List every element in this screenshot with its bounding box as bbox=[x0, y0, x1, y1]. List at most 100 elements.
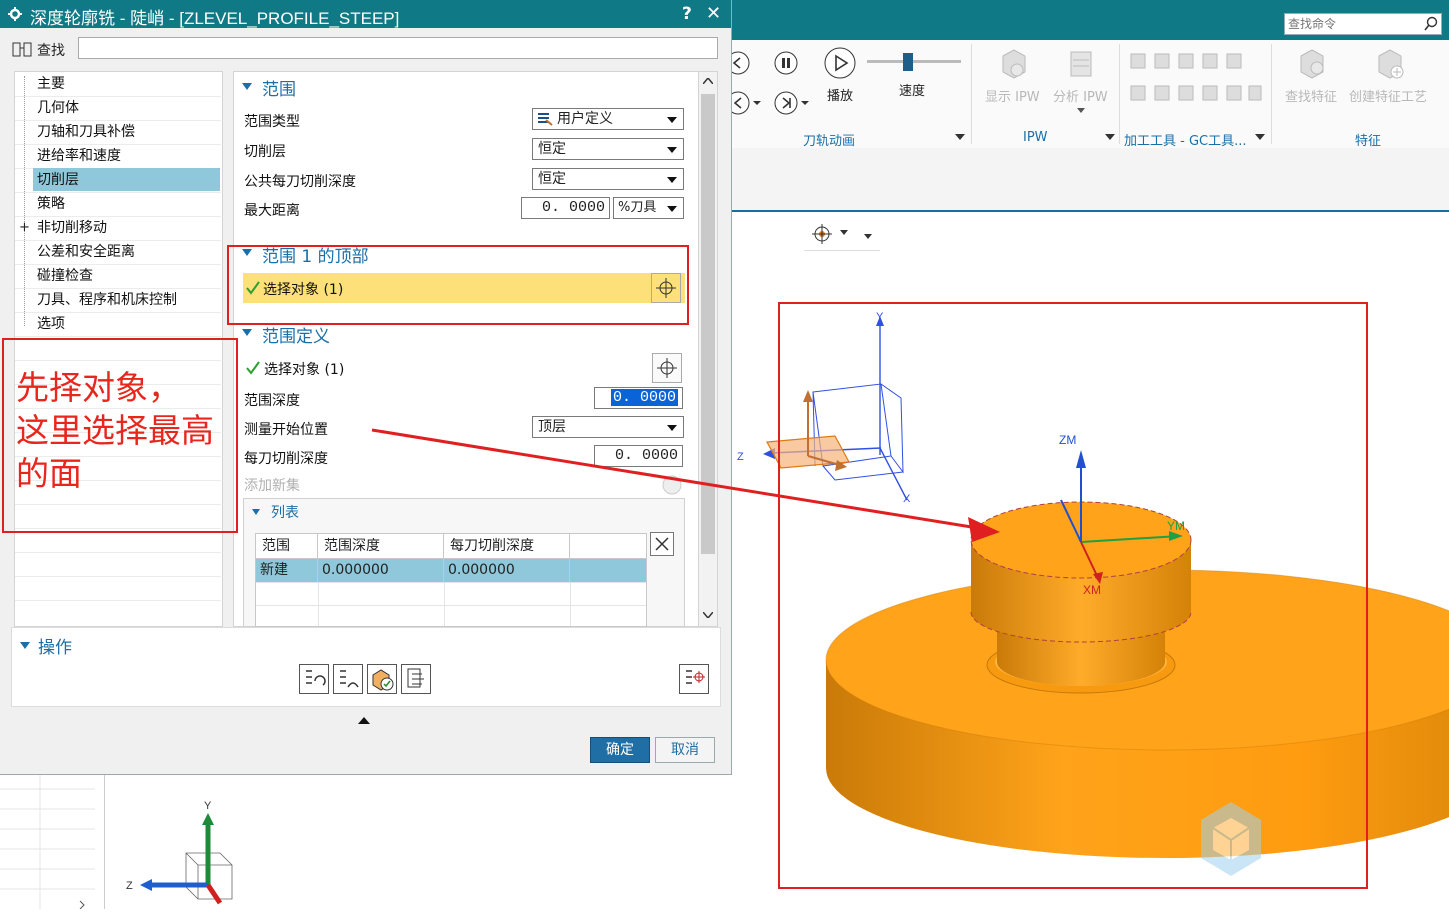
range-section-title[interactable]: 范围 bbox=[262, 75, 296, 100]
range-depth-input[interactable]: 0. 0000 bbox=[594, 387, 683, 409]
binoculars-icon bbox=[12, 42, 32, 57]
search-label: 查找 bbox=[37, 43, 65, 59]
cut-depth-input[interactable]: 0. 0000 bbox=[594, 445, 683, 467]
dropdown-icon[interactable] bbox=[955, 134, 965, 140]
generate-button[interactable] bbox=[299, 664, 329, 694]
list-button[interactable] bbox=[401, 664, 431, 694]
annotation-line-3: 的面 bbox=[16, 455, 82, 492]
dropdown-icon[interactable] bbox=[1105, 134, 1115, 140]
list-icon bbox=[407, 668, 424, 688]
range-def-select-button[interactable] bbox=[652, 353, 682, 383]
annotation-note: 先择对象， 这里选择最高 的面 bbox=[16, 366, 226, 495]
command-search[interactable] bbox=[1284, 13, 1442, 35]
measure-from-value: 顶层 bbox=[538, 419, 566, 435]
add-set-icon bbox=[662, 475, 682, 495]
dropdown-icon bbox=[1077, 108, 1085, 113]
table-divider bbox=[444, 582, 445, 626]
command-search-input[interactable] bbox=[1285, 14, 1421, 34]
scroll-thumb[interactable] bbox=[701, 94, 715, 554]
expand-up-icon[interactable] bbox=[358, 716, 370, 724]
list-title[interactable]: 列表 bbox=[271, 502, 299, 522]
group-machining-tools[interactable]: 加工工具 - GC工具... bbox=[1124, 130, 1247, 149]
cut-layer-select[interactable]: 恒定 bbox=[532, 138, 684, 160]
show-ipw-icon bbox=[1002, 49, 1026, 79]
tree-item-cut-levels[interactable]: 切削层 bbox=[37, 169, 79, 191]
collapse-icon[interactable] bbox=[242, 83, 252, 90]
create-feature-process-label: 创建特征工艺 bbox=[1349, 90, 1428, 105]
tree-item-non-cutting[interactable]: 非切削移动 bbox=[37, 217, 107, 239]
dropdown-icon[interactable] bbox=[1255, 134, 1265, 140]
tree-item-tolerance[interactable]: 公差和安全距离 bbox=[37, 241, 135, 263]
tree-item-collision[interactable]: 碰撞检查 bbox=[37, 265, 93, 287]
step-forward-icon[interactable] bbox=[773, 90, 813, 116]
range-type-label: 范围类型 bbox=[244, 114, 300, 130]
group-feature[interactable]: 特征 bbox=[1355, 130, 1381, 149]
delete-row-button[interactable] bbox=[650, 532, 674, 556]
max-distance-unit: %刀具 bbox=[618, 200, 657, 215]
operations-section bbox=[11, 627, 721, 707]
toolpath-display-icon bbox=[686, 670, 705, 684]
tree-expand-icon[interactable]: + bbox=[19, 220, 30, 235]
column-header-range-depth[interactable]: 范围深度 bbox=[318, 534, 444, 558]
collapse-icon[interactable] bbox=[242, 329, 252, 336]
column-header-cut-depth[interactable]: 每刀切削深度 bbox=[444, 534, 570, 558]
generate-icon bbox=[306, 670, 326, 686]
group-toolpath-anim[interactable]: 刀轨动画 bbox=[803, 130, 855, 149]
view-triad-z-label: Z bbox=[126, 880, 133, 892]
speed-slider-thumb[interactable] bbox=[903, 53, 913, 71]
tree-item-options[interactable]: 选项 bbox=[37, 313, 65, 335]
ok-button[interactable]: 确定 bbox=[590, 737, 650, 763]
tree-item-main[interactable]: 主要 bbox=[37, 73, 65, 95]
tree-item-tool-program[interactable]: 刀具、程序和机床控制 bbox=[37, 289, 177, 311]
measure-from-label: 测量开始位置 bbox=[244, 422, 328, 438]
collapse-icon[interactable] bbox=[20, 642, 30, 649]
close-icon bbox=[655, 537, 669, 551]
annotation-line-2: 这里选择最高 bbox=[16, 412, 214, 449]
pause-icon[interactable] bbox=[773, 50, 799, 76]
collapse-icon[interactable] bbox=[252, 509, 260, 515]
navigator-grid bbox=[0, 775, 95, 910]
measure-from-select[interactable]: 顶层 bbox=[532, 416, 684, 438]
dialog-search-input[interactable] bbox=[78, 37, 718, 59]
range-type-select[interactable]: 用户定义 bbox=[532, 108, 684, 130]
find-feature-label: 查找特征 bbox=[1285, 90, 1338, 105]
common-depth-select[interactable]: 恒定 bbox=[532, 168, 684, 190]
tree-item-tool-axis[interactable]: 刀轴和刀具补偿 bbox=[37, 121, 135, 143]
scroll-up-icon[interactable] bbox=[703, 78, 713, 84]
cut-layer-label: 切削层 bbox=[244, 144, 286, 160]
analyze-ipw-icon bbox=[1070, 51, 1092, 77]
tree-item-geometry[interactable]: 几何体 bbox=[37, 97, 79, 119]
show-ipw-label: 显示 IPW bbox=[985, 90, 1040, 105]
verify-icon bbox=[372, 669, 394, 691]
max-distance-input[interactable]: 0. 0000 bbox=[521, 197, 610, 219]
range-def-title[interactable]: 范围定义 bbox=[262, 322, 330, 347]
range-depth-label: 范围深度 bbox=[244, 393, 300, 409]
verify-button[interactable] bbox=[367, 664, 397, 694]
close-button[interactable]: ✕ bbox=[706, 3, 721, 24]
vertical-scrollbar[interactable] bbox=[698, 71, 718, 627]
table-cell: 0.000000 bbox=[318, 559, 444, 582]
speed-slider-track[interactable] bbox=[867, 60, 961, 63]
column-header-range[interactable]: 范围 bbox=[256, 534, 318, 558]
ops-title[interactable]: 操作 bbox=[38, 633, 72, 658]
tree-item-feeds-speeds[interactable]: 进给率和速度 bbox=[37, 145, 121, 167]
triad-z-label: Z bbox=[737, 451, 744, 463]
create-feature-process-icon bbox=[1378, 49, 1404, 79]
replay-button[interactable] bbox=[333, 664, 363, 694]
play-label: 播放 bbox=[827, 89, 854, 104]
display-toolpath-button[interactable] bbox=[679, 664, 709, 694]
annotation-line-1: 先择对象， bbox=[16, 369, 181, 406]
view-triad-y-label: Y bbox=[204, 800, 212, 812]
range-depth-value: 0. 0000 bbox=[610, 389, 678, 406]
help-button[interactable]: ? bbox=[682, 4, 692, 24]
play-icon[interactable] bbox=[823, 46, 857, 80]
dialog-titlebar[interactable]: 深度轮廓铣 - 陡峭 - [ZLEVEL_PROFILE_STEEP] ? ✕ bbox=[0, 0, 731, 28]
tree-item-strategy[interactable]: 策略 bbox=[37, 193, 65, 215]
cancel-button[interactable]: 取消 bbox=[655, 737, 715, 763]
scroll-down-icon[interactable] bbox=[703, 612, 713, 618]
table-cell: 新建 bbox=[256, 559, 318, 582]
table-divider bbox=[256, 605, 646, 606]
group-ipw[interactable]: IPW bbox=[1023, 130, 1048, 145]
max-distance-unit-select[interactable]: %刀具 bbox=[613, 197, 684, 219]
table-divider bbox=[318, 582, 319, 626]
